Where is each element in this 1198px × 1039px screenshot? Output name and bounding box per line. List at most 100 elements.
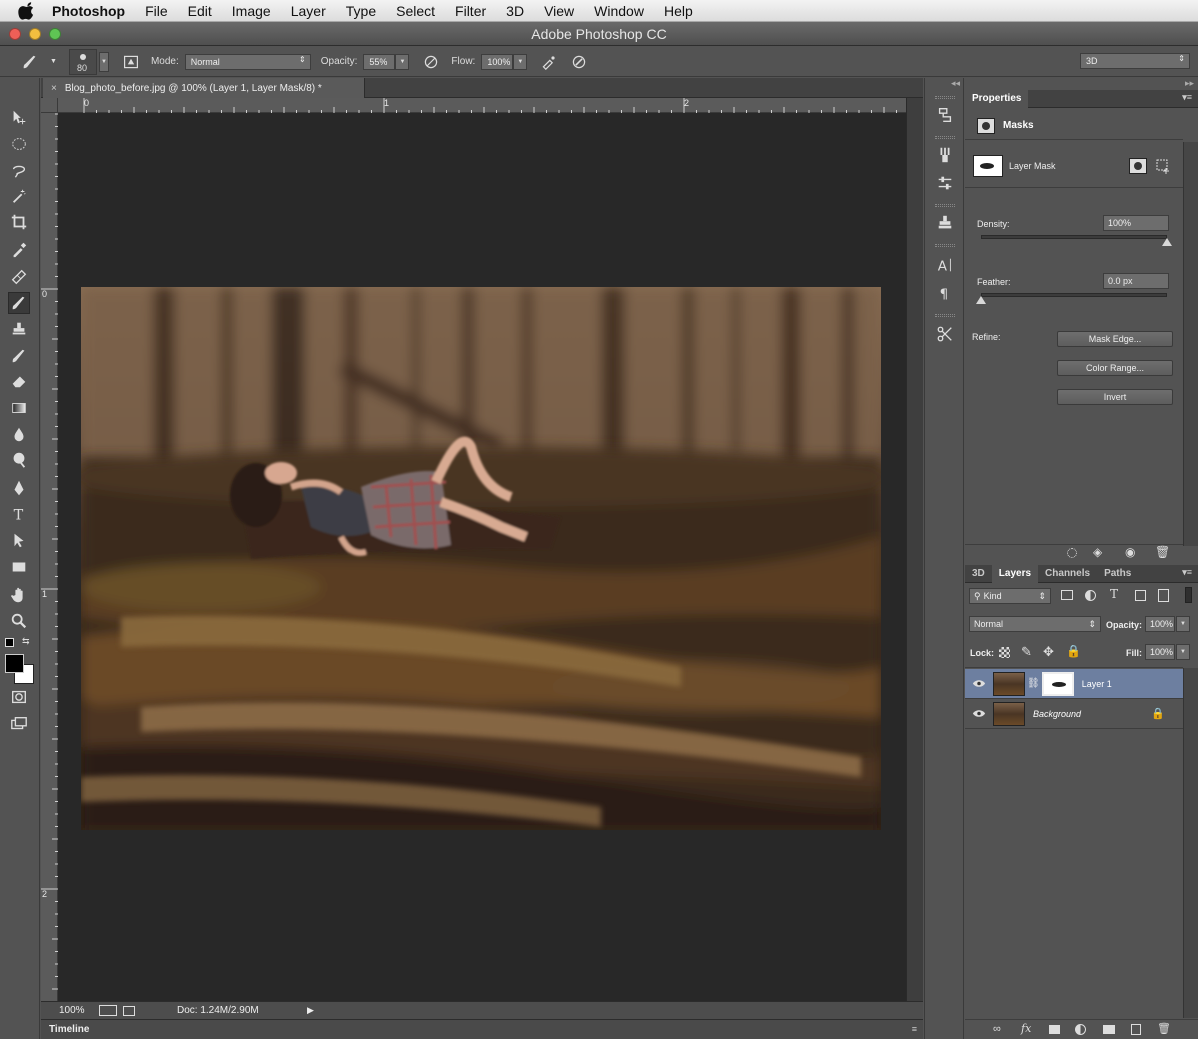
apple-icon[interactable] (18, 1, 36, 20)
collapse-icon[interactable]: ◂◂ (951, 78, 960, 89)
move-tool[interactable] (8, 106, 30, 128)
zoom-level[interactable]: 100% (59, 1005, 99, 1016)
quick-mask-icon[interactable] (8, 686, 30, 708)
chevron-down-icon[interactable]: ▼ (50, 58, 57, 65)
filter-pixel-icon[interactable] (1061, 590, 1073, 600)
timeline-panel-header[interactable]: Timeline ≡ (41, 1019, 923, 1039)
close-tab-icon[interactable]: × (51, 83, 57, 94)
filter-shape-icon[interactable] (1135, 590, 1146, 601)
eye-icon[interactable] (965, 709, 993, 718)
new-layer-icon[interactable] (1131, 1024, 1141, 1035)
menu-layer[interactable]: Layer (291, 3, 326, 19)
filter-adjustment-icon[interactable] (1085, 590, 1096, 601)
screen-mode-icon[interactable] (8, 713, 30, 735)
mask-edge-button[interactable]: Mask Edge... (1057, 331, 1173, 347)
flow-dropdown[interactable]: ▼ (513, 53, 528, 70)
default-colors-icon[interactable] (5, 638, 14, 647)
menu-type[interactable]: Type (346, 3, 376, 19)
eraser-tool[interactable] (8, 370, 30, 392)
panel-menu-icon[interactable]: ▾≡ (1182, 92, 1192, 103)
menu-help[interactable]: Help (664, 3, 693, 19)
opacity-dropdown[interactable]: ▼ (395, 53, 410, 70)
layer-opacity-dropdown[interactable]: ▼ (1176, 616, 1190, 632)
gradient-tool[interactable] (8, 397, 30, 419)
layer-name[interactable]: Layer 1 (1082, 679, 1112, 689)
menu-3d[interactable]: 3D (506, 3, 524, 19)
add-mask-icon[interactable] (1049, 1025, 1060, 1034)
zoom-window-button[interactable] (49, 28, 61, 40)
layer-thumbnail[interactable] (993, 671, 1025, 696)
properties-scrollbar[interactable] (1183, 142, 1198, 546)
density-slider-thumb[interactable] (1162, 238, 1172, 246)
fill-input[interactable]: 100% (1145, 644, 1175, 660)
magic-wand-tool[interactable] (8, 185, 30, 207)
lock-pixels-icon[interactable]: ✎ (1021, 644, 1032, 660)
flow-input[interactable]: 100% (481, 53, 514, 70)
blur-tool[interactable] (8, 423, 30, 445)
lock-position-icon[interactable]: ✥ (1043, 644, 1054, 660)
blend-mode-select[interactable]: Normal ⇕ (969, 616, 1101, 632)
pressure-size-icon[interactable] (569, 52, 589, 72)
status-info-icon[interactable] (99, 1005, 117, 1016)
filter-smart-object-icon[interactable] (1158, 589, 1169, 602)
new-group-icon[interactable] (1103, 1025, 1115, 1034)
layer-mask-thumbnail[interactable] (1041, 671, 1074, 696)
menu-file[interactable]: File (145, 3, 168, 19)
tab-layers[interactable]: Layers (991, 564, 1039, 583)
dock-grip[interactable] (935, 244, 955, 247)
layer-row-background[interactable]: Background 🔒 (965, 699, 1183, 729)
color-range-button[interactable]: Color Range... (1057, 360, 1173, 376)
layer-thumbnail[interactable] (993, 701, 1025, 726)
layer-mask-thumbnail[interactable] (973, 154, 1003, 177)
marquee-tool[interactable] (8, 133, 30, 155)
pixel-mask-button[interactable] (1129, 158, 1147, 174)
layer-opacity-input[interactable]: 100% (1145, 616, 1175, 632)
trash-icon[interactable]: 🗑 (1155, 545, 1170, 559)
feather-slider-thumb[interactable] (976, 296, 986, 304)
menu-select[interactable]: Select (396, 3, 435, 19)
layer-filter-kind[interactable]: ⚲ Kind ⇕ (969, 588, 1051, 604)
feather-input[interactable]: 0.0 px (1103, 273, 1169, 289)
invert-button[interactable]: Invert (1057, 389, 1173, 405)
tool-presets-icon[interactable] (934, 323, 956, 345)
opacity-input[interactable]: 55% (363, 53, 396, 70)
tab-paths[interactable]: Paths (1097, 565, 1138, 583)
filter-type-icon[interactable]: T (1110, 587, 1118, 601)
brush-size-picker[interactable]: 80 (68, 48, 97, 75)
path-selection-tool[interactable] (8, 529, 30, 551)
brush-settings-icon[interactable] (934, 172, 956, 194)
share-icon[interactable] (123, 1005, 135, 1016)
close-window-button[interactable] (9, 28, 21, 40)
paragraph-panel-icon[interactable]: ¶ (934, 282, 956, 304)
dodge-tool[interactable] (8, 449, 30, 471)
menu-image[interactable]: Image (232, 3, 271, 19)
rectangle-tool[interactable] (8, 556, 30, 578)
zoom-tool[interactable] (8, 610, 30, 632)
swap-colors-icon[interactable]: ⇆ (22, 636, 30, 647)
clone-stamp-tool[interactable] (8, 318, 30, 340)
horizontal-ruler[interactable]: 0 1 2 (58, 98, 906, 113)
panel-menu-icon[interactable]: ▾≡ (1182, 567, 1192, 578)
menu-filter[interactable]: Filter (455, 3, 486, 19)
document-image[interactable] (81, 287, 881, 830)
history-panel-icon[interactable] (934, 104, 956, 126)
trash-icon[interactable]: 🗑 (1157, 1022, 1171, 1035)
pressure-opacity-icon[interactable] (421, 52, 441, 72)
menu-window[interactable]: Window (594, 3, 644, 19)
density-slider-track[interactable] (981, 235, 1167, 239)
tab-3d[interactable]: 3D (965, 565, 992, 583)
layers-scrollbar[interactable] (1183, 668, 1198, 1018)
fill-dropdown[interactable]: ▼ (1176, 644, 1190, 660)
dock-grip[interactable] (935, 96, 955, 99)
document-tab[interactable]: × Blog_photo_before.jpg @ 100% (Layer 1,… (43, 78, 365, 98)
adjustment-layer-icon[interactable] (1075, 1024, 1086, 1035)
apply-mask-icon[interactable]: ◈ (1093, 545, 1102, 559)
lock-transparent-icon[interactable] (999, 647, 1010, 658)
eyedropper-tool[interactable] (8, 238, 30, 260)
character-panel-icon[interactable]: A (934, 254, 956, 276)
tab-properties[interactable]: Properties (965, 89, 1029, 108)
fx-icon[interactable]: fx (1021, 1022, 1031, 1035)
layer-name[interactable]: Background (1033, 709, 1081, 719)
menu-app-name[interactable]: Photoshop (52, 3, 125, 19)
lock-all-icon[interactable]: 🔒 (1066, 644, 1081, 658)
